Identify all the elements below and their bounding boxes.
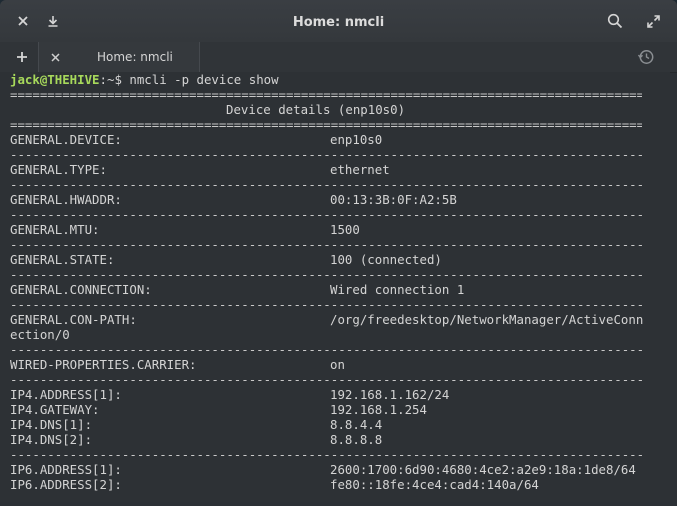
dash-rule: ----------------------------------------… <box>10 177 642 192</box>
close-tab-button[interactable] <box>47 48 63 66</box>
dash-rule: ----------------------------------------… <box>10 207 642 222</box>
row-value: ethernet <box>330 162 390 177</box>
row-key: IP6.ADDRESS[1]: <box>10 462 122 477</box>
row-value: on <box>330 357 345 372</box>
new-tab-button[interactable] <box>12 47 32 67</box>
row-value: /org/freedesktop/NetworkManager/ActiveCo… <box>330 312 644 327</box>
titlebar: Home: nmcli <box>0 0 677 42</box>
row-value: 8.8.8.8 <box>330 432 383 447</box>
search-icon <box>607 13 623 29</box>
section-title: Device details (enp10s0) <box>226 102 406 117</box>
row-value: 00:13:3B:0F:A2:5B <box>330 192 457 207</box>
row-key: GENERAL.HWADDR: <box>10 192 122 207</box>
row-key: WIRED-PROPERTIES.CARRIER: <box>10 357 197 372</box>
terminal-window: Home: nmcli Home: nmcli jack@THEHIVE:~$ … <box>0 0 677 506</box>
row-key: IP4.ADDRESS[1]: <box>10 387 122 402</box>
row-value: 192.168.1.254 <box>330 402 427 417</box>
row-value: 100 (connected) <box>330 252 442 267</box>
close-icon <box>50 52 60 62</box>
window-title: Home: nmcli <box>292 15 385 30</box>
row-key: GENERAL.CONNECTION: <box>10 282 152 297</box>
tab-bar: Home: nmcli <box>0 42 677 73</box>
row-key: IP6.ADDRESS[2]: <box>10 477 122 492</box>
prompt-line: jack@THEHIVE:~$ nmcli -p device show <box>10 72 279 87</box>
maximize-icon <box>646 14 660 28</box>
search-button[interactable] <box>604 10 626 32</box>
row-value: fe80::18fe:4ce4:cad4:140a/64 <box>330 477 539 492</box>
terminal-output[interactable]: jack@THEHIVE:~$ nmcli -p device show ===… <box>0 72 670 502</box>
row-value: 192.168.1.162/24 <box>330 387 450 402</box>
row-key: GENERAL.TYPE: <box>10 162 107 177</box>
dash-rule: ----------------------------------------… <box>10 447 642 462</box>
row-key: IP4.DNS[2]: <box>10 432 93 447</box>
row-value: Wired connection 1 <box>330 282 465 297</box>
row-key: GENERAL.MTU: <box>10 222 100 237</box>
dash-rule: ----------------------------------------… <box>10 372 642 387</box>
dash-rule: ----------------------------------------… <box>10 267 642 282</box>
tab-label: Home: nmcli <box>97 50 173 64</box>
dash-rule: ----------------------------------------… <box>10 237 642 252</box>
row-key: GENERAL.STATE: <box>10 252 115 267</box>
row-key: GENERAL.DEVICE: <box>10 132 122 147</box>
row-value: 8.8.4.4 <box>330 417 383 432</box>
history-icon[interactable] <box>637 48 655 66</box>
row-value-wrap: ection/0 <box>10 327 70 342</box>
header-rule-bottom: ========================================… <box>10 117 642 132</box>
prompt-suffix: :~$ <box>99 72 130 87</box>
command-text: nmcli -p device show <box>129 72 279 87</box>
maximize-button[interactable] <box>642 10 664 32</box>
plus-icon <box>17 52 27 62</box>
row-key: IP4.GATEWAY: <box>10 402 100 417</box>
row-key: IP4.DNS[1]: <box>10 417 93 432</box>
scrollbar[interactable] <box>670 74 674 498</box>
row-value: 1500 <box>330 222 360 237</box>
prompt-user: jack@THEHIVE <box>10 72 100 87</box>
tab-home-nmcli[interactable]: Home: nmcli <box>38 42 200 72</box>
row-key: GENERAL.CON-PATH: <box>10 312 137 327</box>
row-value: 2600:1700:6d90:4680:4ce2:a2e9:18a:1de8/6… <box>330 462 636 477</box>
row-value: enp10s0 <box>330 132 383 147</box>
dash-rule: ----------------------------------------… <box>10 147 642 162</box>
dash-rule: ----------------------------------------… <box>10 297 642 312</box>
header-rule-top: ========================================… <box>10 87 642 102</box>
dash-rule: ----------------------------------------… <box>10 342 642 357</box>
